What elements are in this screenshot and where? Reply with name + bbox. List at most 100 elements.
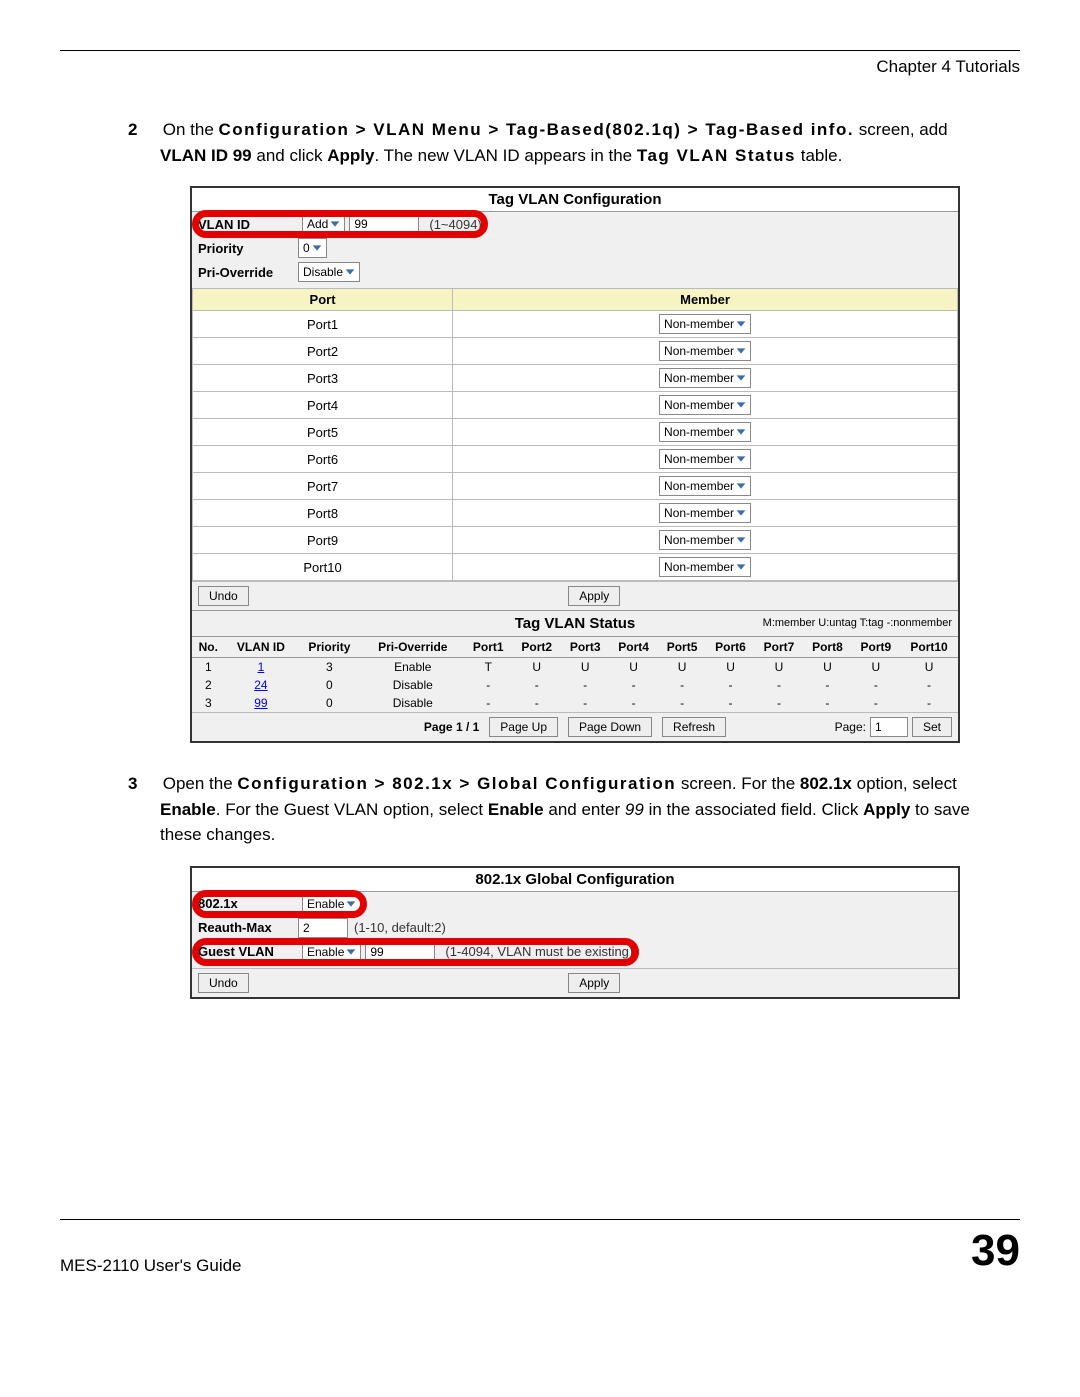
member-cell: Non-member <box>453 446 958 473</box>
status-header-cell: Priority <box>297 637 361 658</box>
reauth-max-input[interactable]: 2 <box>298 918 348 938</box>
status-header-cell: Port8 <box>803 637 851 658</box>
guide-title: MES-2110 User's Guide <box>60 1256 242 1276</box>
dot1x-select[interactable]: Enable <box>302 894 361 914</box>
member-select[interactable]: Non-member <box>659 530 751 550</box>
member-cell: Non-member <box>453 419 958 446</box>
page-down-button[interactable]: Page Down <box>568 717 652 737</box>
port-cell: Port6 <box>193 446 453 473</box>
tag-vlan-status-table: No.VLAN IDPriorityPri-OverridePort1Port2… <box>192 637 958 712</box>
chevron-down-icon <box>344 945 358 959</box>
port-member-table: Port Member Port1Non-memberPort2Non-memb… <box>192 288 958 581</box>
status-header-cell: Port2 <box>512 637 560 658</box>
member-select[interactable]: Non-member <box>659 422 751 442</box>
step-3: 3 Open the Configuration > 802.1x > Glob… <box>160 771 980 848</box>
guest-vlan-select[interactable]: Enable <box>302 942 361 962</box>
chevron-down-icon <box>734 452 748 466</box>
table-row: 113EnableTUUUUUUUUU <box>192 658 958 677</box>
step-number: 3 <box>128 771 158 797</box>
chevron-down-icon <box>734 317 748 331</box>
vlan-range-hint: (1~4094) <box>429 217 481 232</box>
chevron-down-icon <box>734 371 748 385</box>
chevron-down-icon <box>734 425 748 439</box>
status-header-cell: VLAN ID <box>225 637 298 658</box>
member-select[interactable]: Non-member <box>659 449 751 469</box>
tag-vlan-config-panel: Tag VLAN Configuration VLAN ID Add 99 (1… <box>190 186 960 743</box>
status-header-cell: Port1 <box>464 637 512 658</box>
undo-button[interactable]: Undo <box>198 973 249 993</box>
page-up-button[interactable]: Page Up <box>489 717 558 737</box>
port-cell: Port7 <box>193 473 453 500</box>
table-row: Port9 Non-member <box>193 527 958 554</box>
member-select[interactable]: Non-member <box>659 341 751 361</box>
page-footer: MES-2110 User's Guide 39 <box>60 1219 1020 1276</box>
chevron-down-icon <box>734 344 748 358</box>
vlan-id-link[interactable]: 24 <box>254 678 267 692</box>
apply-button[interactable]: Apply <box>568 973 620 993</box>
table-row: Port5 Non-member <box>193 419 958 446</box>
guest-vlan-hint: (1-4094, VLAN must be existing) <box>445 944 633 959</box>
table-row: 2240Disable---------- <box>192 676 958 694</box>
member-select[interactable]: Non-member <box>659 368 751 388</box>
vlan-action-select[interactable]: Add <box>302 214 345 234</box>
dot1x-global-config-panel: 802.1x Global Configuration 802.1x Enabl… <box>190 866 960 999</box>
pri-override-label: Pri-Override <box>198 265 298 280</box>
port-cell: Port4 <box>193 392 453 419</box>
status-header-cell: Port10 <box>900 637 958 658</box>
chevron-down-icon <box>310 241 324 255</box>
step-2: 2 On the Configuration > VLAN Menu > Tag… <box>160 117 980 168</box>
port-cell: Port3 <box>193 365 453 392</box>
panel-title: Tag VLAN Configuration <box>192 188 958 212</box>
member-cell: Non-member <box>453 527 958 554</box>
chevron-down-icon <box>734 506 748 520</box>
table-row: Port1 Non-member <box>193 311 958 338</box>
status-header-cell: Port7 <box>755 637 803 658</box>
rule-top <box>60 50 1020 51</box>
status-title: Tag VLAN Status M:member U:untag T:tag -… <box>192 610 958 637</box>
port-cell: Port9 <box>193 527 453 554</box>
chapter-header: Chapter 4 Tutorials <box>60 57 1020 77</box>
member-cell: Non-member <box>453 392 958 419</box>
table-row: Port4 Non-member <box>193 392 958 419</box>
undo-button[interactable]: Undo <box>198 586 249 606</box>
priority-label: Priority <box>198 241 298 256</box>
port-cell: Port2 <box>193 338 453 365</box>
vlan-id-label: VLAN ID <box>198 217 298 232</box>
chevron-down-icon <box>734 560 748 574</box>
member-select[interactable]: Non-member <box>659 557 751 577</box>
status-header-cell: Port3 <box>561 637 609 658</box>
apply-button[interactable]: Apply <box>568 586 620 606</box>
status-legend: M:member U:untag T:tag -:nonmember <box>763 617 952 629</box>
guest-vlan-label: Guest VLAN <box>198 944 298 959</box>
port-header: Port <box>193 289 453 311</box>
reauth-hint: (1-10, default:2) <box>354 920 446 935</box>
status-header-cell: Port9 <box>852 637 900 658</box>
port-cell: Port1 <box>193 311 453 338</box>
status-header-cell: Port6 <box>706 637 754 658</box>
member-select[interactable]: Non-member <box>659 503 751 523</box>
set-button[interactable]: Set <box>912 717 952 737</box>
pri-override-select[interactable]: Disable <box>298 262 360 282</box>
member-select[interactable]: Non-member <box>659 395 751 415</box>
table-row: Port3 Non-member <box>193 365 958 392</box>
page-label: Page: <box>835 720 866 734</box>
table-row: Port7 Non-member <box>193 473 958 500</box>
member-select[interactable]: Non-member <box>659 314 751 334</box>
page-number: 39 <box>971 1226 1020 1276</box>
refresh-button[interactable]: Refresh <box>662 717 726 737</box>
chevron-down-icon <box>734 398 748 412</box>
button-bar: Undo Apply <box>192 581 958 610</box>
member-cell: Non-member <box>453 338 958 365</box>
vlan-id-link[interactable]: 1 <box>258 660 265 674</box>
page-input[interactable]: 1 <box>870 717 908 737</box>
table-row: Port10Non-member <box>193 554 958 581</box>
vlan-id-link[interactable]: 99 <box>254 696 267 710</box>
priority-select[interactable]: 0 <box>298 238 327 258</box>
button-bar: Undo Apply <box>192 968 958 997</box>
page-info: Page 1 / 1 <box>424 720 479 734</box>
table-row: Port6 Non-member <box>193 446 958 473</box>
guest-vlan-input[interactable]: 99 <box>365 942 435 962</box>
port-cell: Port5 <box>193 419 453 446</box>
vlan-id-input[interactable]: 99 <box>349 214 419 234</box>
member-select[interactable]: Non-member <box>659 476 751 496</box>
